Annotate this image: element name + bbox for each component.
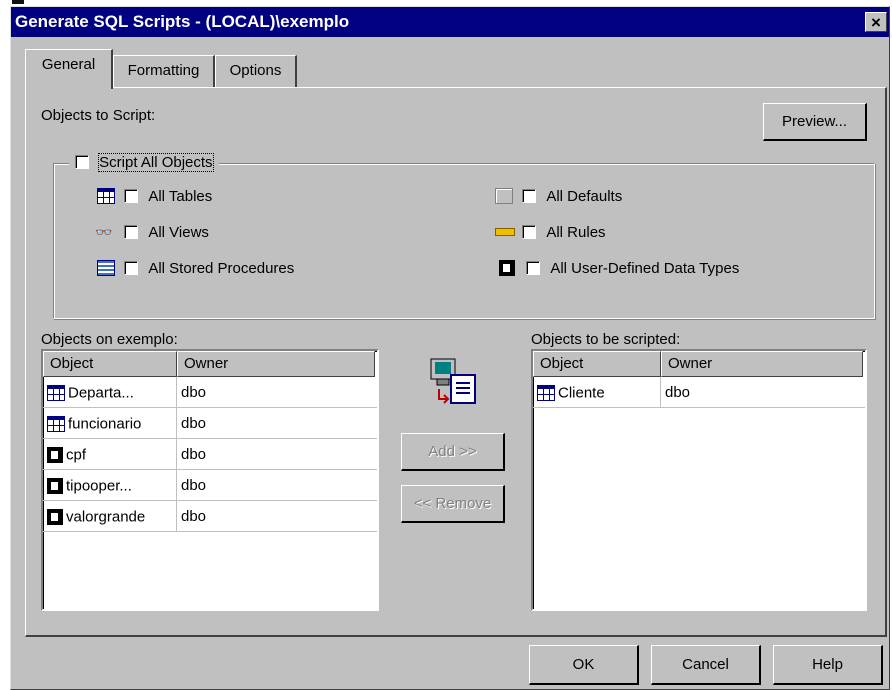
stored-procedure-icon [97, 260, 115, 277]
table-icon [47, 385, 65, 402]
option-all-stored-procedures[interactable]: All Stored Procedures [97, 259, 294, 277]
source-rows: Departa... dbo funcionario dbo cpf dbo tipoope… [43, 377, 377, 532]
owner-cell: dbo [181, 384, 207, 401]
table-row[interactable]: Departa... dbo [43, 377, 377, 408]
all-tables-checkbox[interactable] [124, 189, 139, 204]
object-name: valorgrande [66, 508, 146, 526]
all-defaults-label: All Defaults [546, 187, 623, 205]
objects-to-be-scripted-label: Objects to be scripted: [531, 331, 681, 348]
all-views-checkbox[interactable] [124, 225, 139, 240]
object-cell: Cliente [533, 377, 661, 408]
preview-button[interactable]: Preview... [763, 103, 867, 141]
all-defaults-checkbox[interactable] [522, 189, 537, 204]
option-all-tables[interactable]: All Tables [97, 187, 212, 205]
object-cell: cpf [43, 439, 177, 470]
object-cell: funcionario [43, 408, 177, 439]
all-user-defined-data-types-checkbox[interactable] [526, 261, 541, 276]
all-stored-procedures-label: All Stored Procedures [148, 259, 295, 277]
all-tables-label: All Tables [148, 187, 213, 205]
object-cell: valorgrande [43, 501, 177, 532]
help-button[interactable]: Help [773, 645, 883, 685]
user-defined-type-icon [47, 509, 63, 526]
script-all-objects-option[interactable]: Script All Objects [69, 152, 219, 175]
table-row[interactable]: tipooper... dbo [43, 470, 377, 501]
table-row[interactable]: cpf dbo [43, 439, 377, 470]
owner-cell: dbo [181, 446, 207, 463]
table-icon [97, 188, 115, 205]
all-stored-procedures-checkbox[interactable] [124, 261, 139, 276]
tab-formatting[interactable]: Formatting [113, 55, 215, 87]
owner-cell: dbo [665, 384, 691, 401]
table-icon [47, 416, 65, 433]
owner-cell: dbo [181, 477, 207, 494]
owner-cell: dbo [181, 508, 207, 525]
table-row[interactable]: valorgrande dbo [43, 501, 377, 532]
object-cell: Departa... [43, 377, 177, 408]
table-row[interactable]: Cliente dbo [533, 377, 865, 408]
all-rules-label: All Rules [546, 223, 606, 241]
table-row[interactable]: funcionario dbo [43, 408, 377, 439]
generate-sql-scripts-dialog: Generate SQL Scripts - (LOCAL)\exemplo ×… [10, 6, 890, 690]
default-icon [495, 188, 513, 205]
object-name: cpf [66, 446, 87, 464]
object-name: funcionario [68, 415, 142, 433]
all-views-label: All Views [148, 223, 209, 241]
object-cell: tipooper... [43, 470, 177, 501]
source-column-header-object[interactable]: Object [43, 351, 177, 377]
tab-options[interactable]: Options [215, 55, 297, 87]
ok-button[interactable]: OK [529, 645, 639, 685]
target-rows: Cliente dbo [533, 377, 865, 408]
rule-icon [495, 228, 515, 237]
all-rules-checkbox[interactable] [522, 225, 537, 240]
add-button[interactable]: Add >> [401, 433, 505, 471]
objects-to-script-label: Objects to Script: [41, 107, 156, 124]
user-defined-type-icon [499, 260, 515, 277]
window-title: Generate SQL Scripts - (LOCAL)\exemplo [11, 7, 889, 37]
option-all-rules[interactable]: All Rules [495, 223, 606, 241]
object-name: Cliente [558, 384, 605, 402]
object-name: Departa... [68, 384, 134, 402]
close-button[interactable]: × [865, 12, 887, 32]
option-all-views[interactable]: 👓 All Views [95, 223, 209, 241]
table-icon [537, 385, 555, 402]
target-objects-list[interactable]: Object Owner Cliente dbo [531, 349, 867, 611]
script-transfer-icon [430, 358, 476, 404]
object-name: tipooper... [66, 477, 132, 495]
option-all-defaults[interactable]: All Defaults [495, 187, 622, 205]
system-menu-mark [12, 0, 24, 4]
script-all-objects-checkbox[interactable] [75, 155, 89, 170]
user-defined-type-icon [47, 478, 63, 495]
source-column-header-owner[interactable]: Owner [177, 351, 375, 377]
cancel-button[interactable]: Cancel [651, 645, 761, 685]
all-user-defined-data-types-label: All User-Defined Data Types [550, 259, 740, 277]
remove-button[interactable]: << Remove [401, 485, 505, 523]
owner-cell: dbo [181, 415, 207, 432]
target-column-header-object[interactable]: Object [533, 351, 661, 377]
source-objects-list[interactable]: Object Owner Departa... dbo funcionario dbo… [41, 349, 379, 611]
objects-on-database-label: Objects on exemplo: [41, 331, 178, 348]
user-defined-type-icon [47, 447, 63, 464]
view-icon: 👓 [95, 224, 113, 241]
target-column-header-owner[interactable]: Owner [661, 351, 863, 377]
tab-general[interactable]: General [25, 49, 113, 89]
option-all-user-defined-data-types[interactable]: All User-Defined Data Types [499, 259, 739, 277]
script-all-objects-label: Script All Objects [98, 152, 214, 172]
